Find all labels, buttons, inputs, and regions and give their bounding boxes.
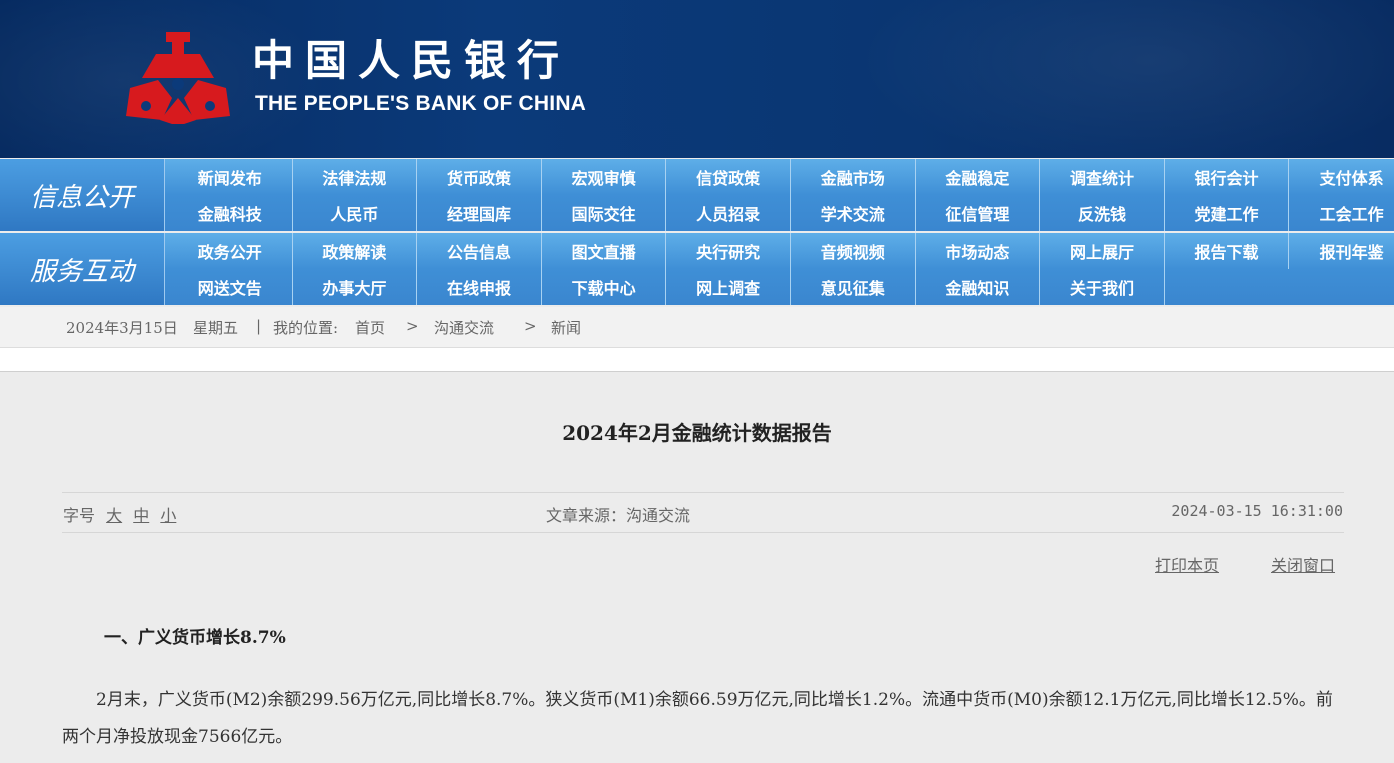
logo-chinese-text: 中国人民银行 <box>252 36 571 85</box>
chevron-right-icon: > <box>524 317 537 335</box>
pboc-logo-icon <box>126 32 230 124</box>
nav-item-news-release[interactable]: 新闻发布 <box>168 159 293 195</box>
nav-section-title[interactable]: 信息公开 <box>0 159 165 231</box>
nav-item-bank-accounting[interactable]: 银行会计 <box>1165 159 1290 195</box>
nav-item-credit-reference[interactable]: 征信管理 <box>916 195 1041 231</box>
breadcrumb-home-link[interactable]: 首页 <box>355 317 385 338</box>
nav-item-online-filing[interactable]: 在线申报 <box>417 269 542 305</box>
nav-item-treasury[interactable]: 经理国库 <box>417 195 542 231</box>
nav-item-rmb[interactable]: 人民币 <box>293 195 418 231</box>
nav-item-fintech[interactable]: 金融科技 <box>168 195 293 231</box>
breadcrumb: 2024年3月15日 星期五 | 我的位置: 首页 > 沟通交流 > 新闻 <box>0 307 1394 348</box>
nav-item-credit-policy[interactable]: 信贷政策 <box>666 159 791 195</box>
nav-service-interaction: 服务互动 政务公开 政策解读 公告信息 图文直播 央行研究 音频视频 市场动态 … <box>0 233 1394 305</box>
divider <box>62 532 1344 533</box>
article-paragraph: 2月末，广义货币(M2)余额299.56万亿元,同比增长8.7%。狭义货币(M1… <box>62 690 1333 747</box>
nav-item-macroprudential[interactable]: 宏观审慎 <box>542 159 667 195</box>
breadcrumb-communication-link[interactable]: 沟通交流 <box>434 317 494 338</box>
nav-row: 政务公开 政策解读 公告信息 图文直播 央行研究 音频视频 市场动态 网上展厅 … <box>168 233 1394 269</box>
nav-item-laws[interactable]: 法律法规 <box>293 159 418 195</box>
nav-item-policy-interpretation[interactable]: 政策解读 <box>293 233 418 269</box>
nav-item-documents[interactable]: 网送文告 <box>168 269 293 305</box>
nav-item-party-building[interactable]: 党建工作 <box>1165 195 1290 231</box>
logo-english-text: THE PEOPLE'S BANK OF CHINA <box>255 92 587 115</box>
nav-item-opinion-collection[interactable]: 意见征集 <box>791 269 916 305</box>
nav-item-online-survey[interactable]: 网上调查 <box>666 269 791 305</box>
nav-item-academic[interactable]: 学术交流 <box>791 195 916 231</box>
nav-item-live[interactable]: 图文直播 <box>542 233 667 269</box>
nav-section-title[interactable]: 服务互动 <box>0 233 165 305</box>
nav-item-financial-stability[interactable]: 金融稳定 <box>916 159 1041 195</box>
current-date: 2024年3月15日 <box>66 319 178 337</box>
nav-item-statistics[interactable]: 调查统计 <box>1040 159 1165 195</box>
nav-item-financial-knowledge[interactable]: 金融知识 <box>916 269 1041 305</box>
breadcrumb-news-link[interactable]: 新闻 <box>551 317 581 338</box>
font-size-controls: 字号 大 中 小 <box>63 502 176 526</box>
nav-row: 金融科技 人民币 经理国库 国际交往 人员招录 学术交流 征信管理 反洗钱 党建… <box>168 195 1394 231</box>
divider <box>62 492 1344 493</box>
nav-item-market-news[interactable]: 市场动态 <box>916 233 1041 269</box>
nav-item-payment-system[interactable]: 支付体系 <box>1289 159 1394 195</box>
nav-item-online-exhibition[interactable]: 网上展厅 <box>1040 233 1165 269</box>
font-size-label: 字号 <box>63 506 96 525</box>
close-window-link[interactable]: 关闭窗口 <box>1271 552 1335 576</box>
nav-row: 网送文告 办事大厅 在线申报 下载中心 网上调查 意见征集 金融知识 关于我们 <box>168 269 1165 305</box>
nav-item-research[interactable]: 央行研究 <box>666 233 791 269</box>
nav-item-report-download[interactable]: 报告下载 <box>1165 233 1290 269</box>
nav-item-monetary-policy[interactable]: 货币政策 <box>417 159 542 195</box>
font-size-large-link[interactable]: 大 <box>106 506 122 525</box>
article-source: 文章来源：沟通交流 <box>546 506 691 525</box>
nav-item-international[interactable]: 国际交往 <box>542 195 667 231</box>
nav-item-about-us[interactable]: 关于我们 <box>1040 269 1165 305</box>
divider-strip <box>0 348 1394 372</box>
nav-item-anti-money-laundering[interactable]: 反洗钱 <box>1040 195 1165 231</box>
nav-item-recruitment[interactable]: 人员招录 <box>666 195 791 231</box>
nav-row: 新闻发布 法律法规 货币政策 宏观审慎 信贷政策 金融市场 金融稳定 调查统计 … <box>168 159 1394 195</box>
article-title: 2024年2月金融统计数据报告 <box>562 421 832 445</box>
header-banner: 中国人民银行 THE PEOPLE'S BANK OF CHINA <box>0 0 1394 158</box>
nav-item-announcements[interactable]: 公告信息 <box>417 233 542 269</box>
font-size-medium-link[interactable]: 中 <box>133 506 149 525</box>
nav-item-government-affairs[interactable]: 政务公开 <box>168 233 293 269</box>
location-label: 我的位置: <box>273 319 339 337</box>
nav-item-union[interactable]: 工会工作 <box>1289 195 1394 231</box>
current-weekday: 星期五 <box>193 319 239 337</box>
chevron-right-icon: > <box>406 317 419 335</box>
nav-item-service-hall[interactable]: 办事大厅 <box>293 269 418 305</box>
section-heading: 一、广义货币增长8.7% <box>104 628 286 648</box>
nav-item-download-center[interactable]: 下载中心 <box>542 269 667 305</box>
print-page-link[interactable]: 打印本页 <box>1155 552 1219 576</box>
article-datetime: 2024-03-15 16:31:00 <box>1171 502 1343 520</box>
nav-item-financial-markets[interactable]: 金融市场 <box>791 159 916 195</box>
nav-item-media[interactable]: 音频视频 <box>791 233 916 269</box>
breadcrumb-separator: | <box>256 317 262 335</box>
nav-info-disclosure: 信息公开 新闻发布 法律法规 货币政策 宏观审慎 信贷政策 金融市场 金融稳定 … <box>0 159 1394 231</box>
font-size-small-link[interactable]: 小 <box>160 506 176 525</box>
nav-item-yearbook[interactable]: 报刊年鉴 <box>1289 233 1394 269</box>
